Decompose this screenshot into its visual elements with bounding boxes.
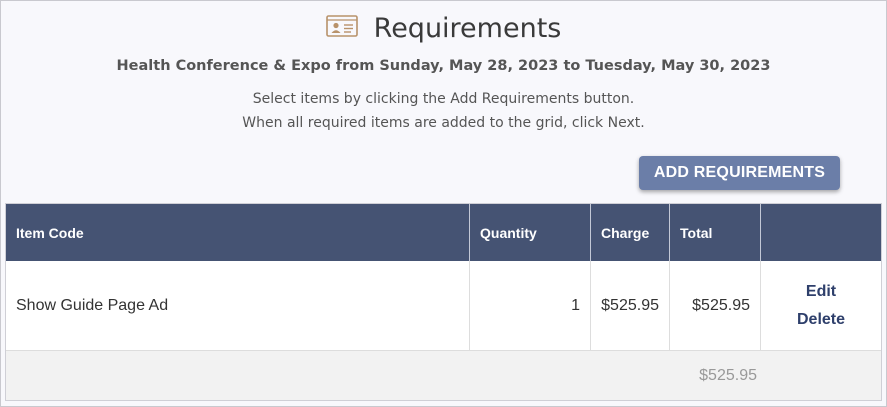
grid-header: Item Code Quantity Charge Total xyxy=(6,204,881,261)
page-header: Requirements xyxy=(0,8,887,48)
item-code-cell: Show Guide Page Ad xyxy=(6,261,470,351)
delete-link[interactable]: Delete xyxy=(797,311,845,329)
quantity-cell: 1 xyxy=(470,261,591,351)
column-header-total[interactable]: Total xyxy=(670,204,761,261)
column-header-actions xyxy=(761,204,881,261)
table-row: Show Guide Page Ad 1 $525.95 $525.95 Edi… xyxy=(6,261,881,351)
instruction-line-2: When all required items are added to the… xyxy=(242,115,645,131)
page-title: Requirements xyxy=(373,12,562,44)
event-subtitle: Health Conference & Expo from Sunday, Ma… xyxy=(116,58,771,74)
column-header-charge[interactable]: Charge xyxy=(591,204,670,261)
column-header-quantity[interactable]: Quantity xyxy=(470,204,591,261)
column-header-item-code[interactable]: Item Code xyxy=(6,204,470,261)
total-cell: $525.95 xyxy=(670,261,761,351)
actions-cell: Edit Delete xyxy=(761,261,881,351)
grid-footer: $525.95 xyxy=(6,351,881,400)
add-requirements-button[interactable]: ADD REQUIREMENTS xyxy=(639,156,840,190)
edit-link[interactable]: Edit xyxy=(806,283,836,301)
instruction-line-1: Select items by clicking the Add Require… xyxy=(252,91,635,107)
id-card-icon xyxy=(325,15,358,37)
requirements-grid: Item Code Quantity Charge Total Show Gui… xyxy=(5,203,882,401)
charge-cell: $525.95 xyxy=(591,261,670,351)
grand-total: $525.95 xyxy=(699,366,757,384)
